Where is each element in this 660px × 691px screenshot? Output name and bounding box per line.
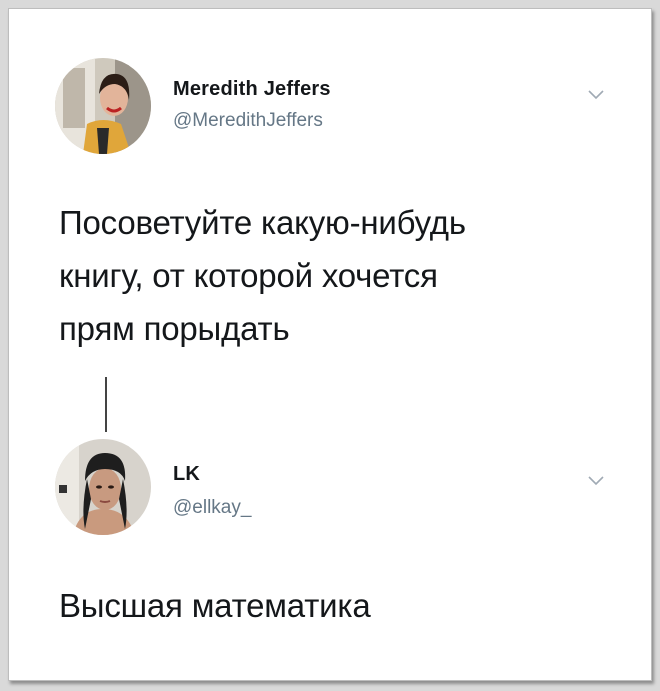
tweet-text-line: книгу, от которой хочется xyxy=(59,257,438,294)
tweet-text-line: Посоветуйте какую-нибудь xyxy=(59,204,466,241)
tweet-text: Посоветуйте какую-нибудь книгу, от котор… xyxy=(59,196,466,355)
tweet-text: Высшая математика xyxy=(59,579,371,632)
author-name[interactable]: Meredith Jeffers xyxy=(173,78,331,101)
author-name[interactable]: LK xyxy=(173,463,200,486)
thread-connector-line xyxy=(105,377,107,432)
author-handle[interactable]: @ellkay_ xyxy=(173,497,251,519)
avatar[interactable] xyxy=(55,439,151,535)
tweet-text-line: прям порыдать xyxy=(59,310,290,347)
tweet-thread-card: Meredith Jeffers @MeredithJeffers Посове… xyxy=(8,8,652,681)
avatar[interactable] xyxy=(55,58,151,154)
chevron-down-icon[interactable] xyxy=(587,89,605,101)
chevron-down-icon[interactable] xyxy=(587,475,605,487)
author-handle[interactable]: @MeredithJeffers xyxy=(173,110,323,132)
tweet-text-line: Высшая математика xyxy=(59,587,371,624)
